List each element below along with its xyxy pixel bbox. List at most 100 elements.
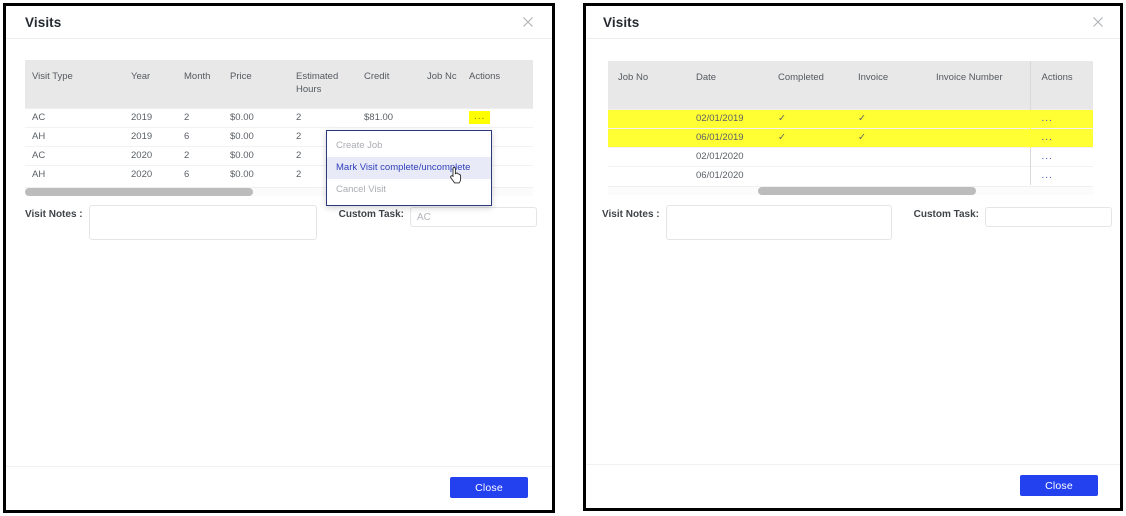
- cell-invoice-number: [926, 127, 1030, 147]
- column-header-month[interactable]: Month: [184, 60, 230, 108]
- close-button[interactable]: Close: [1020, 475, 1098, 496]
- dialog-body-left: Visits Visit Type Year Month Price Estim…: [6, 6, 552, 510]
- close-icon[interactable]: [520, 14, 536, 30]
- table-header-row: Visit Type Year Month Price Estimated Ho…: [25, 60, 533, 108]
- column-header-date[interactable]: Date: [686, 61, 768, 109]
- cell-job-no: [608, 127, 686, 147]
- dialog-header-right: Visits: [586, 6, 1120, 39]
- dialog-body-right: Visits Job No Date Completed Invoice Inv…: [586, 6, 1120, 508]
- cell-invoice-number: [926, 165, 1030, 185]
- cell-completed-check-icon: ✓: [768, 108, 848, 128]
- cell-invoice-number: [926, 108, 1030, 128]
- table-body-right: 02/01/2019 ✓ ✓ ... 06/01/2019 ✓ ✓ ... 02…: [608, 108, 1093, 185]
- table-row[interactable]: AC 2019 2 $0.00 2 $81.00 ...: [25, 107, 533, 127]
- custom-task-input[interactable]: [410, 207, 537, 227]
- menu-item-mark-visit-complete[interactable]: Mark Visit complete/uncomplete: [327, 157, 491, 179]
- cell-invoice-check-icon: ✓: [848, 127, 926, 147]
- cell-month: 6: [184, 164, 230, 184]
- cell-job-no: [427, 107, 469, 127]
- cell-price: $0.00: [230, 107, 296, 127]
- cell-price: $0.00: [230, 145, 296, 165]
- cell-date: 06/01/2020: [686, 165, 768, 185]
- notes-row-right: Visit Notes : Custom Task:: [602, 205, 1112, 240]
- jobs-grid: Job No Date Completed Invoice Invoice Nu…: [608, 61, 1093, 185]
- visits-table-right: Job No Date Completed Invoice Invoice Nu…: [608, 61, 1093, 191]
- cell-date: 02/01/2019: [686, 108, 768, 128]
- visit-notes-label: Visit Notes :: [25, 209, 83, 220]
- cell-invoice-check-icon: [848, 146, 926, 166]
- cell-actions: ...: [1029, 146, 1093, 166]
- column-header-price[interactable]: Price: [230, 60, 296, 108]
- table-row[interactable]: 06/01/2020 ...: [608, 165, 1093, 185]
- scrollbar-thumb[interactable]: [758, 187, 976, 195]
- cell-invoice-number: [926, 146, 1030, 166]
- cell-date: 02/01/2020: [686, 146, 768, 166]
- cell-estimated-hours: 2: [296, 107, 364, 127]
- cell-invoice-check-icon: [848, 165, 926, 185]
- table-row[interactable]: 02/01/2020 ...: [608, 146, 1093, 166]
- row-actions-button[interactable]: ...: [469, 111, 491, 124]
- cell-visit-type: AH: [25, 164, 131, 184]
- column-header-visit-type[interactable]: Visit Type: [25, 60, 131, 108]
- cell-visit-type: AC: [25, 145, 131, 165]
- cell-year: 2020: [131, 164, 184, 184]
- cell-visit-type: AH: [25, 126, 131, 146]
- cell-completed-check-icon: ✓: [768, 127, 848, 147]
- visit-notes-input[interactable]: [88, 205, 317, 240]
- cell-month: 6: [184, 126, 230, 146]
- close-button[interactable]: Close: [450, 477, 528, 498]
- cell-visit-type: AC: [25, 107, 131, 127]
- cell-invoice-check-icon: ✓: [848, 108, 926, 128]
- table-row[interactable]: 06/01/2019 ✓ ✓ ...: [608, 127, 1093, 147]
- screenshot-root: Visits Visit Type Year Month Price Estim…: [0, 0, 1126, 516]
- column-header-year[interactable]: Year: [131, 60, 184, 108]
- cell-year: 2019: [131, 126, 184, 146]
- dialog-footer-left: Close: [6, 466, 552, 510]
- cell-credit: $81.00: [364, 107, 427, 127]
- column-header-actions: Actions: [1029, 61, 1093, 109]
- column-header-job-no[interactable]: Job Nc: [427, 60, 469, 108]
- horizontal-scrollbar[interactable]: [608, 186, 1093, 195]
- visit-notes-input[interactable]: [665, 205, 892, 240]
- dialog-footer-right: Close: [586, 464, 1120, 508]
- column-header-completed[interactable]: Completed: [768, 61, 848, 109]
- column-header-estimated-hours[interactable]: Estimated Hours: [296, 60, 364, 108]
- cell-completed-check-icon: [768, 146, 848, 166]
- page-title: Visits: [603, 14, 640, 30]
- cell-completed-check-icon: [768, 165, 848, 185]
- cell-actions: ...: [1029, 108, 1093, 128]
- cell-month: 2: [184, 107, 230, 127]
- custom-task-label: Custom Task:: [913, 209, 979, 220]
- cell-year: 2020: [131, 145, 184, 165]
- column-header-credit[interactable]: Credit: [364, 60, 427, 108]
- column-header-invoice-number[interactable]: Invoice Number: [926, 61, 1030, 109]
- close-icon[interactable]: [1090, 14, 1106, 30]
- table-header-row: Job No Date Completed Invoice Invoice Nu…: [608, 61, 1093, 109]
- dialog-header-left: Visits: [6, 6, 552, 39]
- menu-item-cancel-visit: Cancel Visit: [336, 184, 386, 195]
- scrollbar-thumb[interactable]: [25, 188, 253, 196]
- visits-dialog-left: Visits Visit Type Year Month Price Estim…: [3, 3, 555, 513]
- custom-task-label: Custom Task:: [338, 209, 404, 220]
- cell-price: $0.00: [230, 164, 296, 184]
- cell-month: 2: [184, 145, 230, 165]
- visit-notes-label: Visit Notes :: [602, 209, 660, 220]
- table-row[interactable]: 02/01/2019 ✓ ✓ ...: [608, 108, 1093, 128]
- column-header-invoice[interactable]: Invoice: [848, 61, 926, 109]
- cell-actions: ...: [1029, 165, 1093, 185]
- cell-job-no: [608, 108, 686, 128]
- cell-date: 06/01/2019: [686, 127, 768, 147]
- row-actions-button[interactable]: ...: [1042, 132, 1053, 143]
- visits-dialog-right: Visits Job No Date Completed Invoice Inv…: [583, 3, 1123, 511]
- row-actions-button[interactable]: ...: [1042, 170, 1053, 181]
- notes-row-left: Visit Notes : Custom Task:: [25, 205, 537, 240]
- cell-actions: ...: [1029, 127, 1093, 147]
- column-header-job-no[interactable]: Job No: [608, 61, 686, 109]
- custom-task-input[interactable]: [985, 207, 1112, 227]
- row-actions-button[interactable]: ...: [1042, 151, 1053, 162]
- cell-job-no: [608, 146, 686, 166]
- row-actions-button[interactable]: ...: [1042, 113, 1053, 124]
- menu-item-create-job: Create Job: [336, 140, 383, 151]
- page-title: Visits: [25, 14, 62, 30]
- cell-job-no: [608, 165, 686, 185]
